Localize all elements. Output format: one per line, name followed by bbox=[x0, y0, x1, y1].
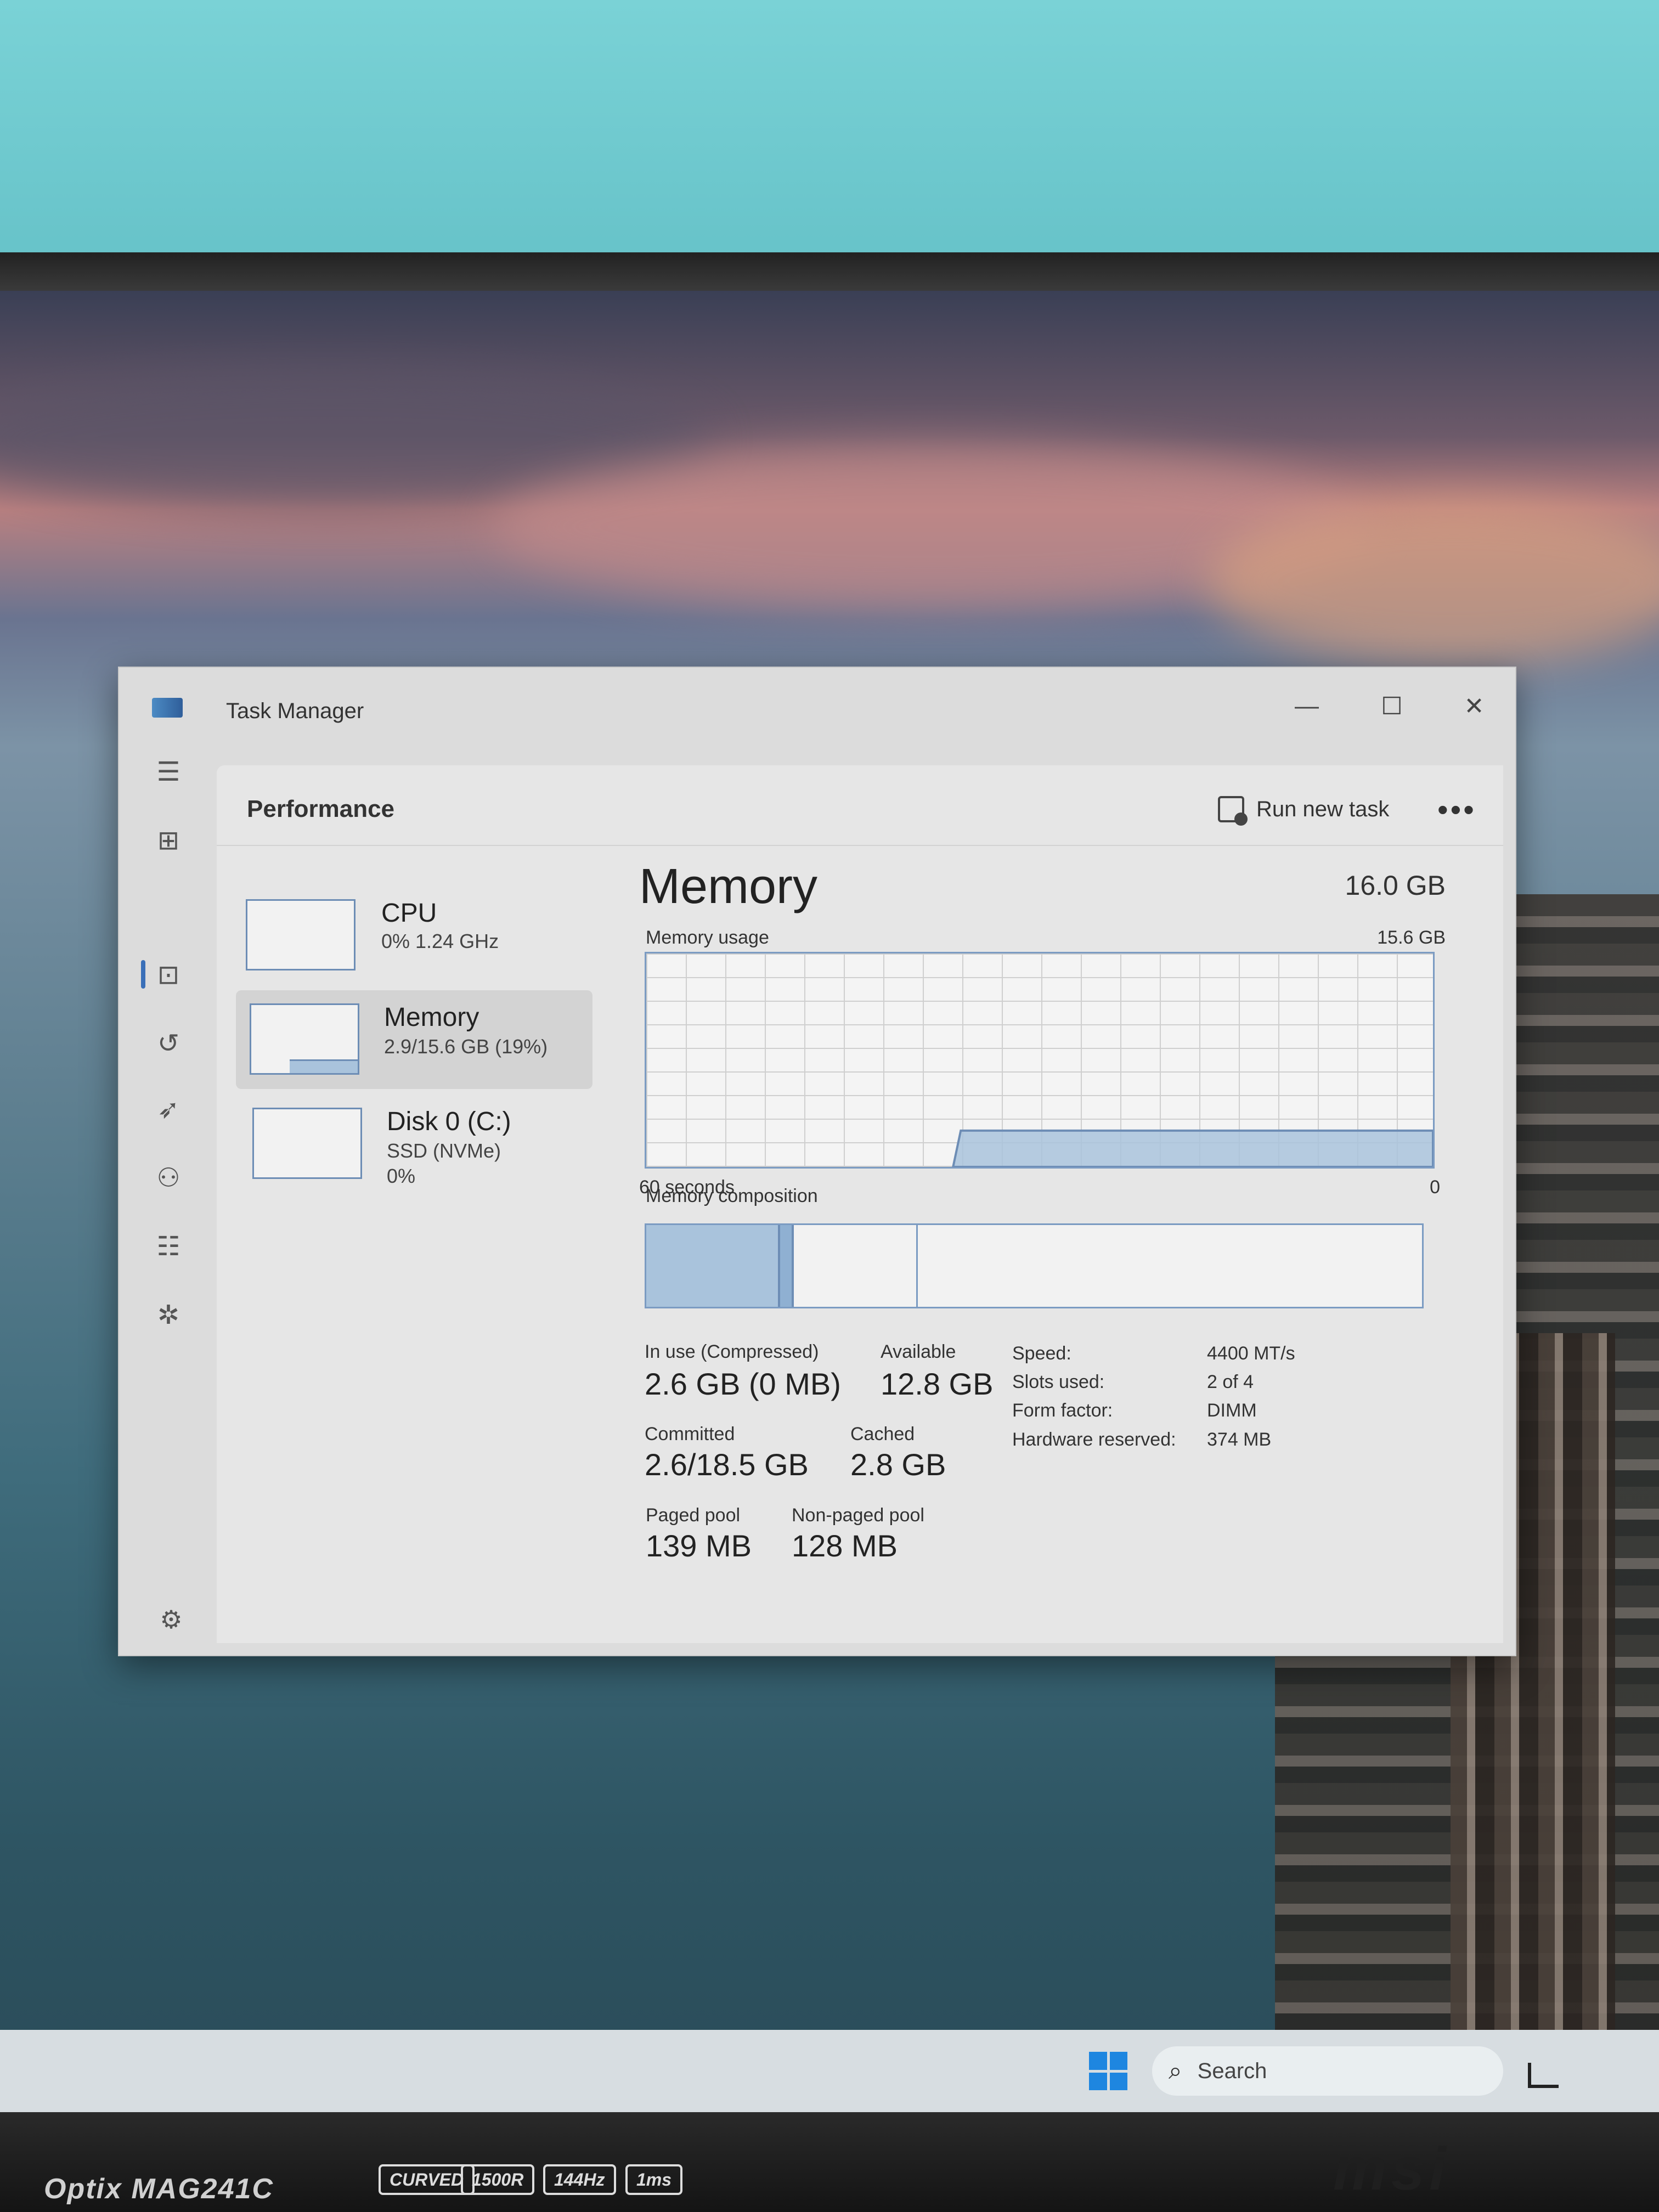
memory-usage-max: 15.6 GB bbox=[1377, 927, 1446, 948]
minimize-button[interactable]: — bbox=[1288, 687, 1326, 725]
header-divider bbox=[217, 845, 1503, 846]
close-button[interactable]: ✕ bbox=[1455, 687, 1493, 725]
page-title: Performance bbox=[247, 795, 395, 822]
device-detail: 0% 1.24 GHz bbox=[381, 930, 499, 952]
device-disk[interactable]: Disk 0 (C:) SSD (NVMe) 0% bbox=[236, 1094, 592, 1193]
cpu-thumbnail-graph bbox=[246, 899, 356, 970]
available-label: Available bbox=[881, 1341, 956, 1362]
slots-used-value: 2 of 4 bbox=[1207, 1372, 1254, 1392]
non-paged-pool-label: Non-paged pool bbox=[792, 1505, 924, 1526]
speed-key: Speed: bbox=[1012, 1343, 1071, 1364]
non-paged-pool-value: 128 MB bbox=[792, 1528, 898, 1563]
device-name: Memory bbox=[384, 1003, 479, 1032]
curved-badge: CURVED bbox=[379, 2164, 475, 2195]
task-manager-icon bbox=[152, 698, 183, 718]
composition-modified[interactable] bbox=[778, 1225, 794, 1307]
search-icon: ⌕ bbox=[1169, 2057, 1182, 2084]
slots-used-key: Slots used: bbox=[1012, 1372, 1105, 1392]
settings-icon[interactable]: ⚙ bbox=[152, 1600, 190, 1639]
maximize-button[interactable]: ☐ bbox=[1373, 687, 1411, 725]
cached-label: Cached bbox=[850, 1424, 915, 1444]
services-icon[interactable]: ✲ bbox=[149, 1296, 188, 1334]
monitor-bottom-bezel: Optix MAG241C CURVED 1500R 144Hz 1ms msi bbox=[0, 2112, 1659, 2212]
details-icon[interactable]: ☷ bbox=[149, 1227, 188, 1266]
144hz-badge: 144Hz bbox=[543, 2164, 616, 2195]
memory-title: Memory bbox=[639, 859, 818, 914]
window-title: Task Manager bbox=[226, 699, 364, 723]
memory-usage-graph bbox=[645, 952, 1435, 1169]
memory-composition-bar bbox=[645, 1223, 1424, 1308]
memory-usage-area bbox=[952, 1129, 1433, 1167]
1500r-badge: 1500R bbox=[461, 2164, 535, 2195]
paged-pool-label: Paged pool bbox=[646, 1505, 741, 1526]
composition-free[interactable] bbox=[918, 1225, 1422, 1307]
form-factor-value: DIMM bbox=[1207, 1400, 1257, 1421]
composition-standby[interactable] bbox=[794, 1225, 918, 1307]
task-manager-window: Task Manager — ☐ ✕ ☰ ⊞ ⊡ ↺ ➶ ⚇ ☷ ✲ ⚙ Per… bbox=[118, 667, 1516, 1656]
startup-apps-icon[interactable]: ➶ bbox=[149, 1090, 188, 1128]
taskbar-search[interactable]: ⌕ Search bbox=[1152, 2046, 1503, 2096]
taskbar: ⌕ Search bbox=[0, 2030, 1659, 2112]
paged-pool-value: 139 MB bbox=[646, 1528, 752, 1563]
monitor-top-bezel bbox=[0, 252, 1659, 291]
monitor-model: Optix MAG241C bbox=[44, 2173, 274, 2205]
device-detail: 2.9/15.6 GB (19%) bbox=[384, 1035, 548, 1058]
performance-panel: Performance Run new task ••• CPU 0% 1.24… bbox=[217, 765, 1503, 1643]
hardware-reserved-value: 374 MB bbox=[1207, 1429, 1272, 1450]
composition-in-use[interactable] bbox=[646, 1225, 778, 1307]
monitor-brand-logo: msi bbox=[1333, 2135, 1451, 2203]
memory-thumbnail-graph bbox=[250, 1003, 359, 1075]
form-factor-key: Form factor: bbox=[1012, 1400, 1113, 1421]
in-use-label: In use (Compressed) bbox=[645, 1341, 819, 1362]
1ms-badge: 1ms bbox=[625, 2164, 683, 2195]
users-icon[interactable]: ⚇ bbox=[149, 1159, 188, 1197]
memory-thumbnail-fill bbox=[290, 1059, 358, 1073]
memory-usage-line bbox=[952, 1129, 1433, 1167]
committed-label: Committed bbox=[645, 1424, 735, 1444]
device-name: Disk 0 (C:) bbox=[387, 1107, 511, 1136]
run-new-task-button[interactable]: Run new task bbox=[1218, 793, 1389, 826]
device-memory[interactable]: Memory 2.9/15.6 GB (19%) bbox=[236, 990, 592, 1089]
hamburger-menu-icon[interactable]: ☰ bbox=[149, 753, 188, 791]
wall-background bbox=[0, 0, 1659, 258]
graph-time-right: 0 bbox=[1430, 1177, 1440, 1198]
windows-start-icon[interactable] bbox=[1089, 2052, 1127, 2090]
sidebar-nav: ☰ ⊞ ⊡ ↺ ➶ ⚇ ☷ ✲ bbox=[119, 739, 215, 1654]
device-detail-2: 0% bbox=[387, 1165, 416, 1187]
in-use-value: 2.6 GB (0 MB) bbox=[645, 1367, 841, 1401]
device-detail: SSD (NVMe) bbox=[387, 1139, 501, 1162]
disk-thumbnail-graph bbox=[252, 1108, 362, 1179]
committed-value: 2.6/18.5 GB bbox=[645, 1447, 809, 1482]
processes-icon[interactable]: ⊞ bbox=[149, 821, 188, 860]
app-history-icon[interactable]: ↺ bbox=[149, 1024, 188, 1063]
title-bar[interactable]: Task Manager — ☐ ✕ bbox=[119, 668, 1515, 739]
cached-value: 2.8 GB bbox=[850, 1447, 946, 1482]
available-value: 12.8 GB bbox=[881, 1367, 994, 1401]
search-placeholder: Search bbox=[1197, 2058, 1267, 2083]
hardware-reserved-key: Hardware reserved: bbox=[1012, 1429, 1176, 1450]
device-cpu[interactable]: CPU 0% 1.24 GHz bbox=[236, 886, 592, 985]
memory-detail: Memory 16.0 GB Memory usage 15.6 GB 60 s… bbox=[639, 859, 1446, 1627]
performance-icon[interactable]: ⊡ bbox=[149, 956, 188, 994]
memory-usage-label: Memory usage bbox=[646, 927, 769, 948]
memory-composition-label: Memory composition bbox=[646, 1186, 818, 1206]
memory-total: 16.0 GB bbox=[1345, 870, 1446, 901]
speed-value: 4400 MT/s bbox=[1207, 1343, 1295, 1364]
show-desktop-icon[interactable] bbox=[1528, 2063, 1559, 2088]
run-new-task-label: Run new task bbox=[1256, 797, 1390, 821]
run-task-icon bbox=[1218, 796, 1248, 826]
device-name: CPU bbox=[381, 899, 437, 928]
active-indicator bbox=[141, 960, 145, 989]
more-options-button[interactable]: ••• bbox=[1437, 792, 1476, 827]
